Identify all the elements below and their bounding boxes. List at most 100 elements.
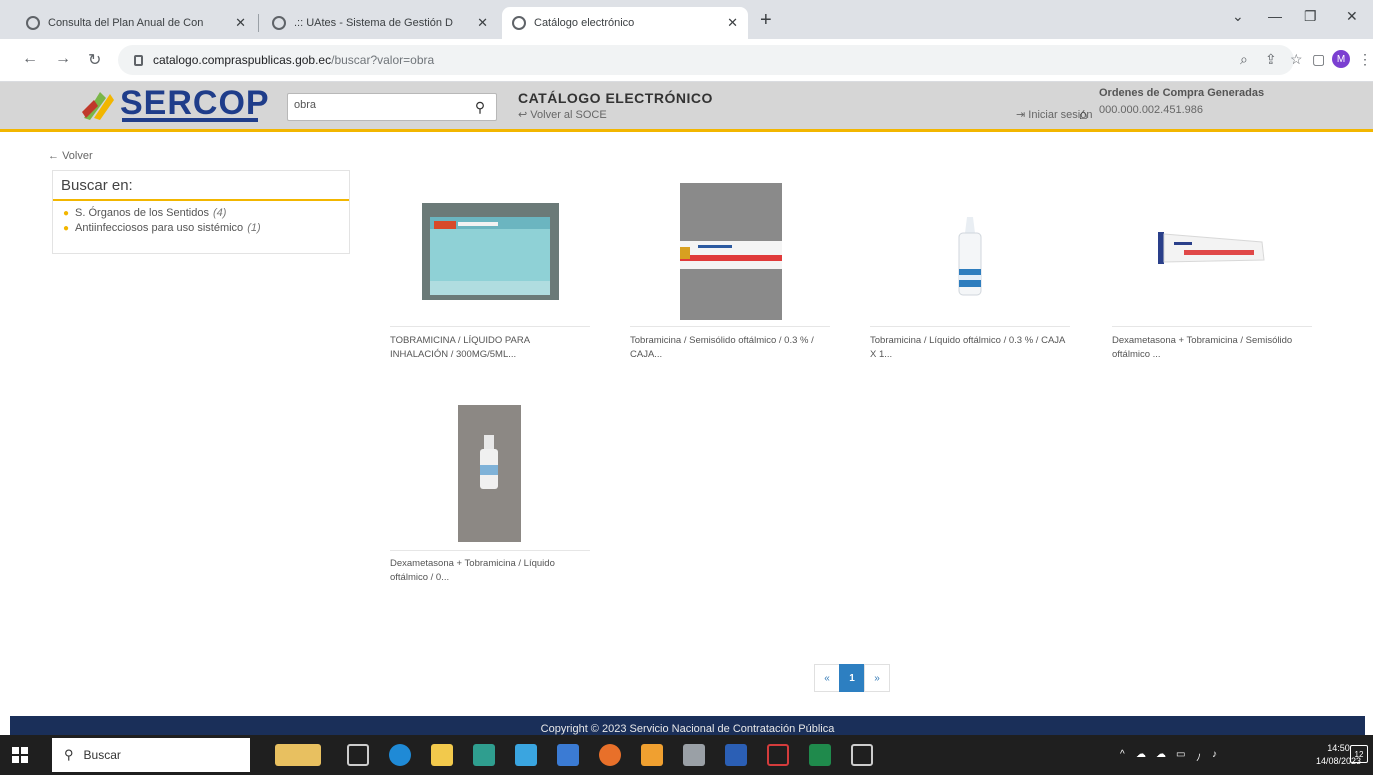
- app-icon[interactable]: [683, 744, 705, 766]
- onedrive-icon[interactable]: ☁: [1156, 749, 1166, 760]
- language-icon[interactable]: ﾉ: [1196, 749, 1201, 764]
- card-divider: [1112, 326, 1312, 327]
- back-link[interactable]: ← Volver: [48, 150, 93, 162]
- product-name[interactable]: Dexametasona + Tobramicina / Líquido oft…: [390, 557, 590, 585]
- tab-search-chevron-icon[interactable]: ⌄: [1232, 8, 1244, 25]
- edge-icon[interactable]: [389, 744, 411, 766]
- network-app-icon[interactable]: [557, 744, 579, 766]
- filter-title: Buscar en:: [61, 177, 133, 194]
- address-bar[interactable]: catalogo.compraspublicas.gob.ec/buscar?v…: [118, 45, 1294, 75]
- window-close-icon[interactable]: ✕: [1346, 8, 1358, 25]
- notification-count: 12: [1354, 749, 1364, 759]
- new-tab-button[interactable]: +: [760, 10, 772, 30]
- taskbar-search[interactable]: ⚲ Buscar: [52, 738, 250, 772]
- tray-chevron-icon[interactable]: ^: [1120, 749, 1125, 760]
- product-image[interactable]: [680, 183, 782, 320]
- windows-start-icon[interactable]: [12, 747, 28, 763]
- filter-label: Antiinfecciosos para uso sistémico: [75, 222, 244, 234]
- product-name[interactable]: Dexametasona + Tobramicina / Semisólido …: [1112, 334, 1312, 362]
- search-box: ⚲: [287, 93, 497, 121]
- star-icon[interactable]: ☆: [1290, 51, 1303, 68]
- bullet-icon: ●: [63, 222, 70, 234]
- teams-icon[interactable]: [473, 744, 495, 766]
- url-path: /buscar?valor=obra: [331, 53, 435, 67]
- bullet-icon: ●: [63, 207, 70, 219]
- orders-value: 000.000.002.451.986: [1099, 104, 1203, 116]
- globe-icon: [272, 16, 286, 30]
- pagination: « 1 »: [814, 664, 890, 692]
- product-card[interactable]: Tobramicina / Semisólido oftálmico / 0.3…: [630, 180, 830, 380]
- search-highlight-icon[interactable]: [275, 744, 321, 766]
- filter-divider: [53, 199, 349, 201]
- filter-count: (1): [247, 222, 261, 234]
- browser-tab-catalogo[interactable]: Catálogo electrónico ✕: [502, 7, 748, 39]
- minimize-icon[interactable]: —: [1268, 8, 1282, 24]
- close-icon[interactable]: ✕: [471, 15, 488, 31]
- logo-underline: [122, 118, 258, 122]
- task-view-icon[interactable]: [347, 744, 369, 766]
- file-explorer-icon[interactable]: [431, 744, 453, 766]
- product-card[interactable]: Dexametasona + Tobramicina / Líquido oft…: [390, 405, 590, 605]
- search-icon: ⚲: [474, 98, 486, 115]
- card-divider: [390, 326, 590, 327]
- filter-label: S. Órganos de los Sentidos: [75, 207, 209, 219]
- taskbar-search-placeholder: Buscar: [83, 748, 121, 762]
- close-icon[interactable]: ✕: [721, 15, 738, 31]
- copyright-text: Copyright © 2023 Servicio Nacional de Co…: [540, 723, 835, 735]
- volver-soce-link[interactable]: ↩ Volver al SOCE: [518, 108, 607, 121]
- product-name[interactable]: TOBRAMICINA / LÍQUIDO PARA INHALACIÓN / …: [390, 334, 590, 362]
- product-image[interactable]: [945, 215, 995, 305]
- browser-tab-uartes[interactable]: .:: UAtes - Sistema de Gestión D ✕: [262, 7, 498, 39]
- product-card[interactable]: Tobramicina / Líquido oftálmico / 0.3 % …: [870, 180, 1070, 380]
- onedrive-icon[interactable]: ☁: [1136, 749, 1146, 760]
- volume-icon[interactable]: ♪: [1212, 749, 1217, 760]
- card-divider: [630, 326, 830, 327]
- arrow-left-icon: ←: [48, 150, 59, 162]
- zoom-icon[interactable]: ⌕: [1240, 51, 1248, 68]
- back-arrow-icon[interactable]: ←: [22, 50, 38, 68]
- search-input[interactable]: [294, 99, 454, 111]
- orders-label: Ordenes de Compra Generadas: [1099, 87, 1265, 99]
- side-panel-icon[interactable]: ▢: [1312, 51, 1325, 68]
- reload-icon[interactable]: ↻: [88, 50, 101, 70]
- app-icon[interactable]: [515, 744, 537, 766]
- mcafee-icon[interactable]: [767, 744, 789, 766]
- product-image[interactable]: [422, 203, 559, 300]
- home-icon[interactable]: ⌂: [1079, 106, 1087, 122]
- restore-icon[interactable]: ❐: [1304, 8, 1317, 25]
- pagination-prev-button[interactable]: «: [814, 664, 840, 692]
- product-card[interactable]: Dexametasona + Tobramicina / Semisólido …: [1112, 180, 1312, 380]
- terminal-icon[interactable]: [851, 744, 873, 766]
- search-icon: ⚲: [64, 747, 74, 762]
- notification-icon[interactable]: 12: [1350, 745, 1368, 763]
- sign-in-icon: ⇥: [1016, 109, 1026, 121]
- tab-title: Consulta del Plan Anual de Con: [48, 17, 204, 29]
- product-image[interactable]: [458, 405, 521, 542]
- search-button[interactable]: ⚲: [464, 94, 496, 120]
- product-name[interactable]: Tobramicina / Semisólido oftálmico / 0.3…: [630, 334, 830, 362]
- sercop-logo[interactable]: SERCOP: [80, 84, 280, 126]
- forward-arrow-icon[interactable]: →: [55, 50, 71, 68]
- word-icon[interactable]: [725, 744, 747, 766]
- close-icon[interactable]: ✕: [229, 15, 246, 31]
- share-icon[interactable]: ⇪: [1265, 51, 1277, 68]
- browser-tab-plan-anual[interactable]: Consulta del Plan Anual de Con ✕: [16, 7, 256, 39]
- excel-icon[interactable]: [809, 744, 831, 766]
- pagination-page-button[interactable]: 1: [839, 664, 865, 692]
- pagination-next-button[interactable]: »: [864, 664, 890, 692]
- product-card[interactable]: TOBRAMICINA / LÍQUIDO PARA INHALACIÓN / …: [390, 180, 590, 380]
- profile-avatar[interactable]: M: [1332, 50, 1350, 68]
- filter-item[interactable]: ● S. Órganos de los Sentidos (4): [63, 207, 261, 219]
- tab-divider: [258, 14, 259, 32]
- app-icon[interactable]: [641, 744, 663, 766]
- firefox-icon[interactable]: [599, 744, 621, 766]
- product-name[interactable]: Tobramicina / Líquido oftálmico / 0.3 % …: [870, 334, 1070, 362]
- lock-icon[interactable]: [134, 54, 143, 66]
- menu-icon[interactable]: ⋮: [1358, 51, 1372, 68]
- network-icon[interactable]: ▭: [1176, 749, 1185, 760]
- filter-panel: Buscar en: ● S. Órganos de los Sentidos …: [52, 170, 350, 254]
- product-image[interactable]: [1154, 222, 1274, 278]
- filter-item[interactable]: ● Antiinfecciosos para uso sistémico (1): [63, 222, 261, 234]
- url-host: catalogo.compraspublicas.gob.ec: [153, 53, 332, 67]
- filter-list: ● S. Órganos de los Sentidos (4) ● Antii…: [63, 207, 261, 237]
